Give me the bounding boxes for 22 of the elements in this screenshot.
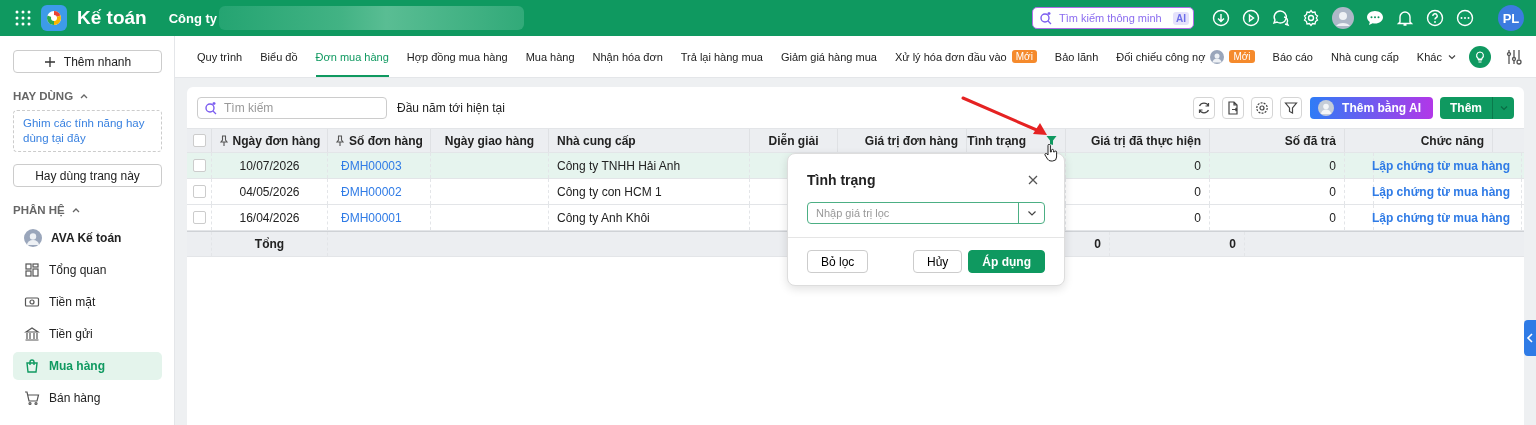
table-cell: Công ty con HCM 1 <box>557 184 662 199</box>
table-cell: 0 <box>1194 184 1201 199</box>
table-cell: 0 <box>1329 184 1336 199</box>
total-value: 0 <box>1094 237 1101 251</box>
popup-title: Tình trạng <box>807 172 876 188</box>
table-cell: 0 <box>1329 158 1336 173</box>
new-badge: Mới <box>1229 50 1255 63</box>
ai-badge: AI <box>1173 11 1189 25</box>
table-cell: 0 <box>1329 210 1336 225</box>
total-value: 0 <box>1229 237 1236 251</box>
table-cell: 04/05/2026 <box>239 184 300 199</box>
table-cell: 16/04/2026 <box>239 210 300 225</box>
table-cell: Công ty Anh Khôi <box>557 210 650 225</box>
table-cell: Công ty TNHH Hải Anh <box>557 158 681 173</box>
app-name: Kế toán <box>77 7 147 29</box>
total-label: Tổng <box>254 237 285 251</box>
pin-hint: Ghim các tính năng hay dùng tại đây <box>13 110 162 152</box>
search-placeholder: Tìm kiếm thông minh <box>1059 12 1163 24</box>
new-badge: Mới <box>1011 50 1037 63</box>
table-cell: 0 <box>1194 158 1201 173</box>
table-cell: 0 <box>1194 210 1201 225</box>
table-cell: 10/07/2026 <box>239 158 300 173</box>
